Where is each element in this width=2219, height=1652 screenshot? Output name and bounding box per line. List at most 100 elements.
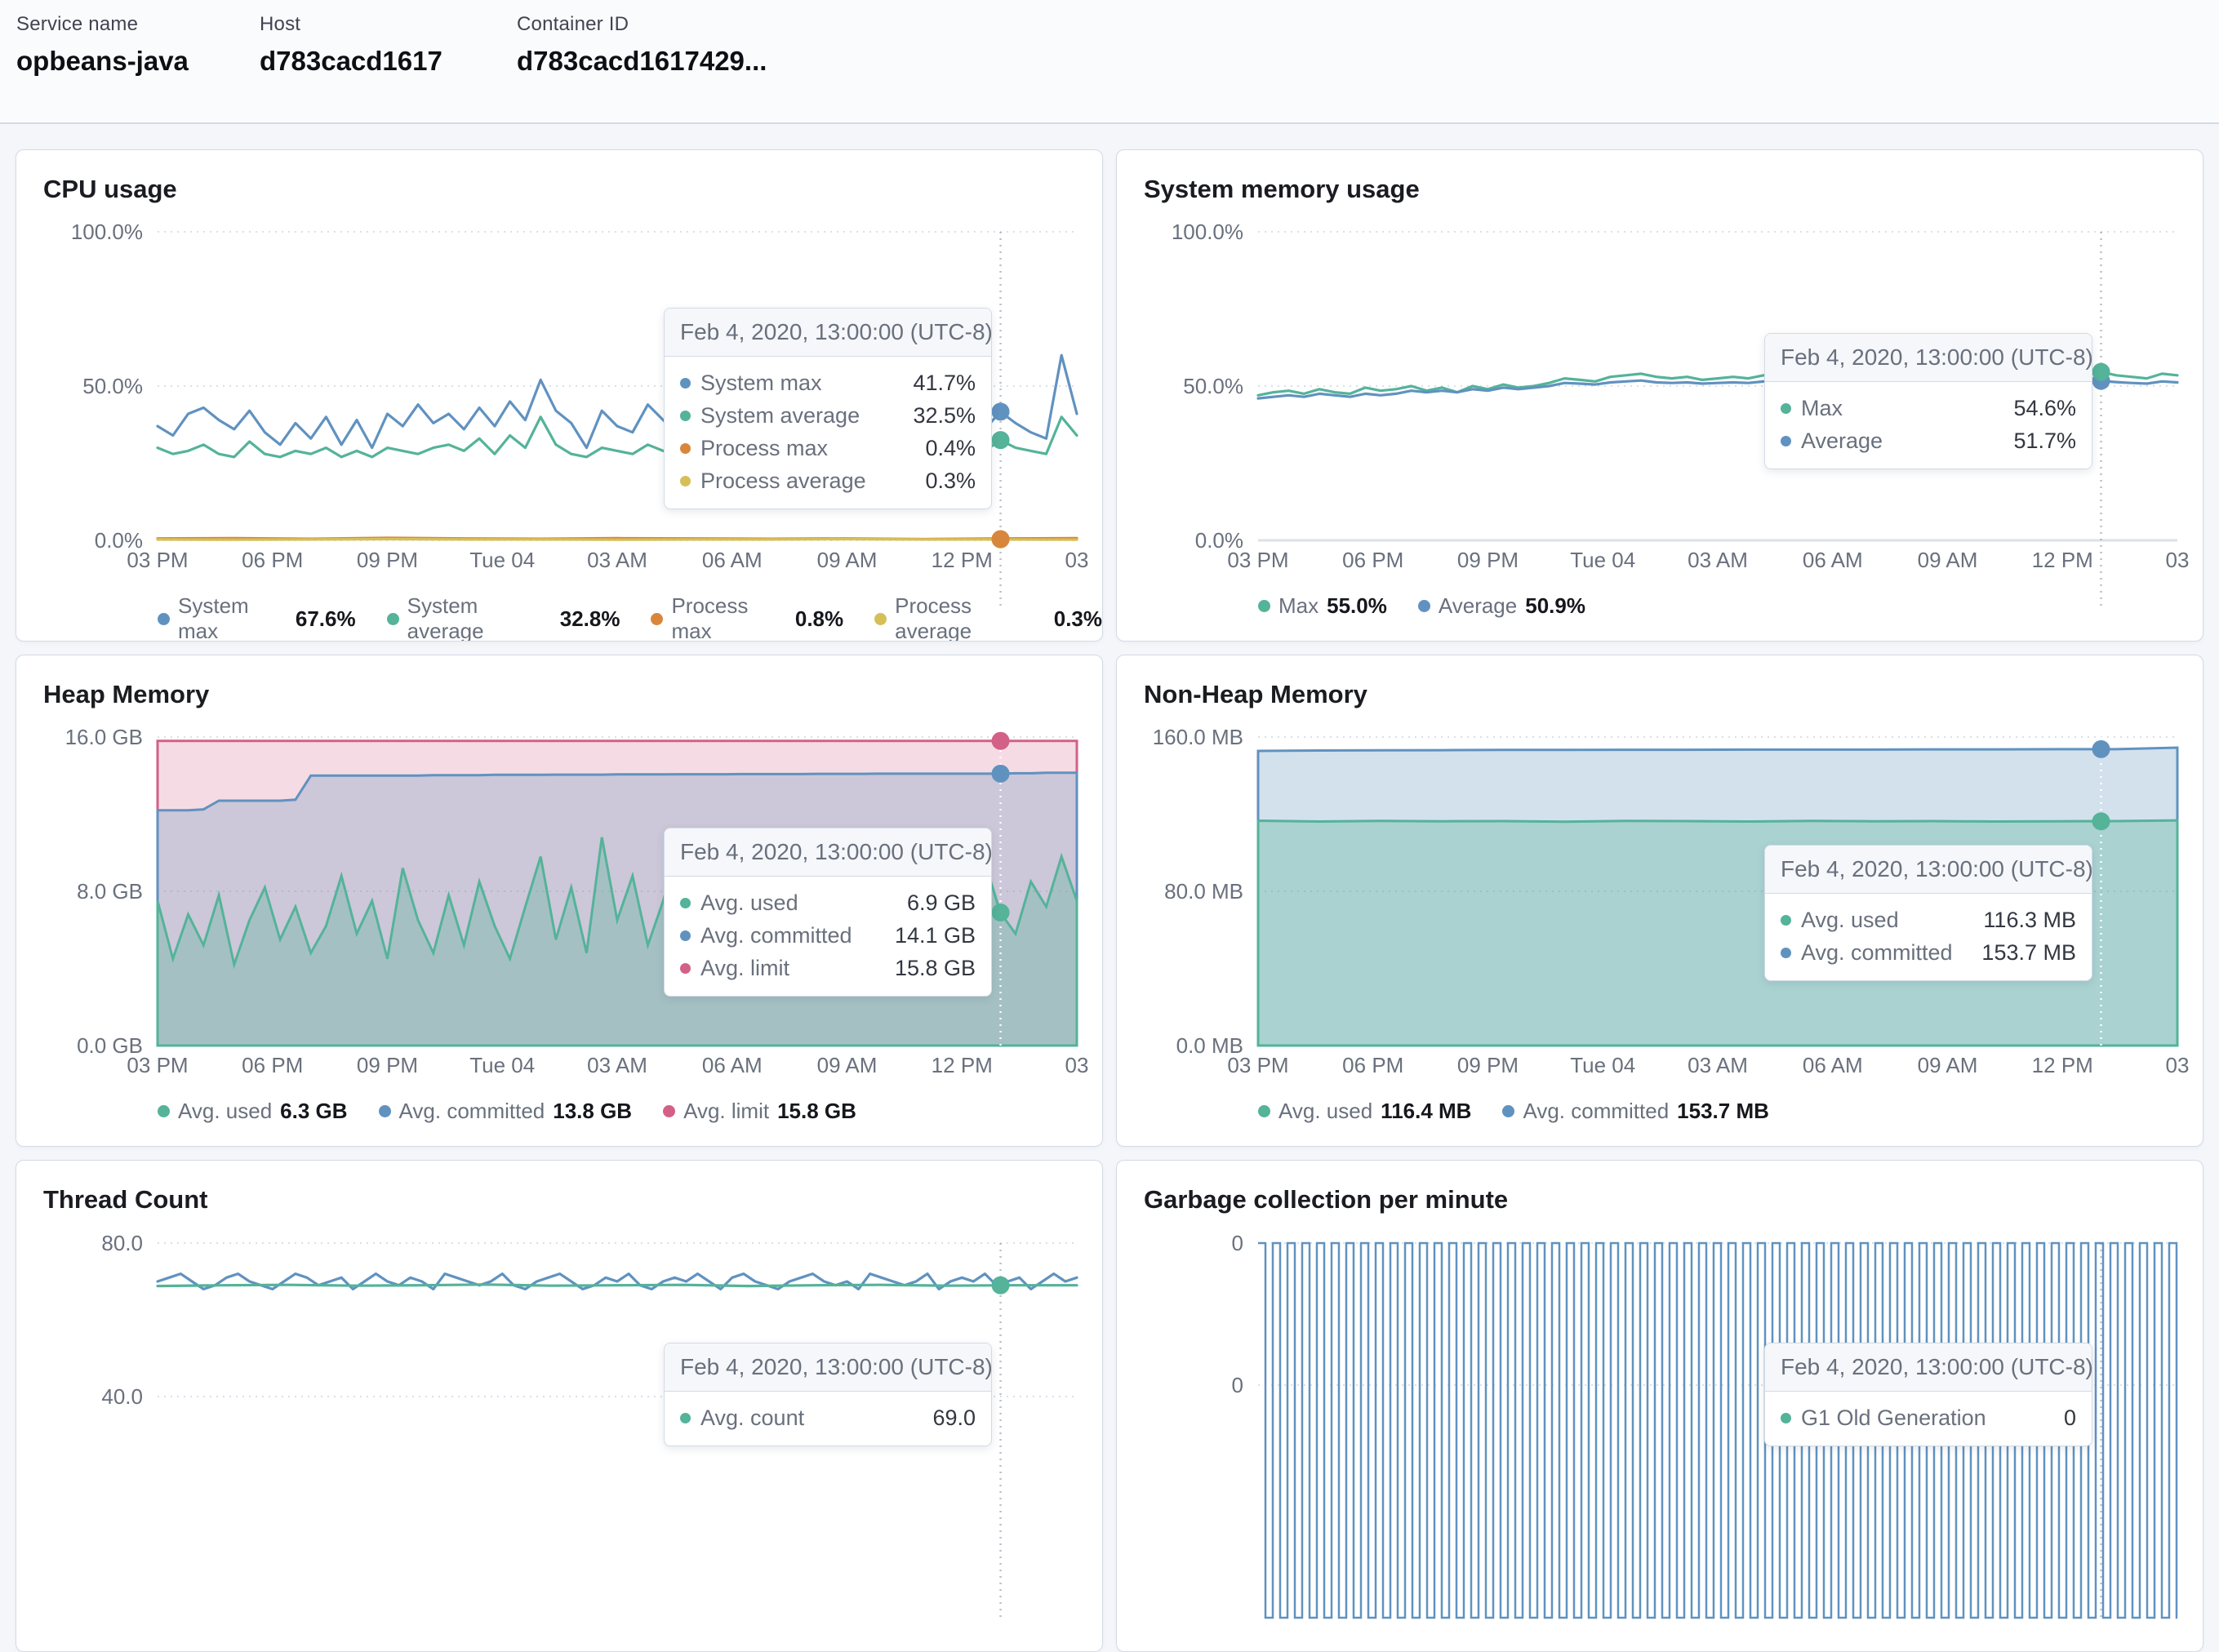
tooltip-rows: Avg. used6.9 GBAvg. committed14.1 GBAvg.…	[665, 877, 991, 996]
host-field: Host d783cacd1617	[260, 13, 442, 77]
series-dot-icon	[680, 1413, 691, 1423]
tooltip-row: Avg. count69.0	[680, 1401, 976, 1434]
x-axis-label: 09 AM	[1891, 548, 2005, 573]
container-id-field: Container ID d783cacd1617429...	[517, 13, 767, 77]
tooltip-series-value: 15.8 GB	[895, 956, 976, 981]
tooltip-series-label: Average	[1801, 429, 2013, 454]
panel-heap: Heap Memory16.0 GB8.0 GB0.0 GB03 PM06 PM…	[16, 655, 1103, 1147]
legend-label: Avg. used	[178, 1099, 272, 1124]
container-id-label: Container ID	[517, 13, 767, 36]
chart-tooltip: Feb 4, 2020, 13:00:00 (UTC-8)Avg. used6.…	[664, 828, 992, 997]
tooltip-series-value: 51.7%	[2013, 429, 2076, 454]
x-axis-label: 06 AM	[675, 1053, 789, 1078]
legend-label: System average	[407, 593, 552, 642]
x-axis-label: 12 PM	[905, 1053, 1019, 1078]
panel-cpu: CPU usage100.0%50.0%0.0%03 PM06 PM09 PMT…	[16, 149, 1103, 642]
chart-tooltip: Feb 4, 2020, 13:00:00 (UTC-8)System max4…	[664, 308, 992, 509]
legend-item[interactable]: Avg. committed153.7 MB	[1502, 1099, 1768, 1124]
legend-item[interactable]: Avg. limit15.8 GB	[663, 1099, 856, 1124]
legend-dot-icon	[158, 1105, 170, 1117]
legend-label: Process max	[671, 593, 786, 642]
tooltip-series-label: Avg. limit	[700, 956, 895, 981]
x-axis-label: 09 AM	[790, 548, 905, 573]
legend-item[interactable]: System average32.8%	[387, 593, 620, 642]
x-axis-label: 09 PM	[1431, 1053, 1545, 1078]
tooltip-series-label: Max	[1801, 396, 2013, 421]
x-axis-label: 06 AM	[675, 548, 789, 573]
tooltip-series-value: 54.6%	[2013, 396, 2076, 421]
x-axis-label: 03	[1020, 548, 1103, 573]
x-axis-label: 09 PM	[1431, 548, 1545, 573]
x-axis-label: 06 PM	[1316, 548, 1430, 573]
legend-dot-icon	[651, 613, 663, 625]
tooltip-timestamp: Feb 4, 2020, 13:00:00 (UTC-8)	[665, 828, 991, 877]
legend-item[interactable]: Process max0.8%	[651, 593, 843, 642]
legend-dot-icon	[1418, 600, 1430, 612]
legend-dot-icon	[379, 1105, 391, 1117]
y-axis-label: 100.0%	[20, 220, 143, 245]
tooltip-timestamp: Feb 4, 2020, 13:00:00 (UTC-8)	[1765, 846, 2092, 894]
tooltip-rows: Max54.6%Average51.7%	[1765, 382, 2092, 469]
panel-thread: Thread Count80.040.0Feb 4, 2020, 13:00:0…	[16, 1160, 1103, 1652]
x-axis-label: 09 PM	[331, 548, 445, 573]
legend-label: Process average	[895, 593, 1046, 642]
tooltip-row: Average51.7%	[1781, 424, 2076, 457]
service-name-label: Service name	[16, 13, 189, 36]
tooltip-series-label: Process max	[700, 436, 925, 461]
legend-item[interactable]: System max67.6%	[158, 593, 356, 642]
series-dot-icon	[680, 963, 691, 974]
tooltip-rows: Avg. used116.3 MBAvg. committed153.7 MB	[1765, 894, 2092, 980]
series-dot-icon	[680, 476, 691, 486]
legend-dot-icon	[158, 613, 170, 625]
tooltip-series-value: 6.9 GB	[907, 890, 976, 916]
tooltip-timestamp: Feb 4, 2020, 13:00:00 (UTC-8)	[1765, 334, 2092, 382]
x-axis-label: 03 AM	[560, 548, 674, 573]
tooltip-series-value: 14.1 GB	[895, 923, 976, 948]
legend-item[interactable]: Average50.9%	[1418, 593, 1585, 619]
legend-dot-icon	[1258, 600, 1270, 612]
x-axis-label: 09 PM	[331, 1053, 445, 1078]
tooltip-series-value: 69.0	[932, 1406, 976, 1431]
tooltip-row: Avg. committed153.7 MB	[1781, 936, 2076, 969]
legend-value: 67.6%	[296, 606, 356, 632]
x-axis-label: 09 AM	[1891, 1053, 2005, 1078]
legend-item[interactable]: Avg. committed13.8 GB	[379, 1099, 633, 1124]
chart-tooltip: Feb 4, 2020, 13:00:00 (UTC-8)Avg. used11…	[1764, 845, 2092, 981]
x-axis-label: 12 PM	[905, 548, 1019, 573]
tooltip-series-value: 0.4%	[925, 436, 976, 461]
series-dot-icon	[680, 930, 691, 941]
panel-sysmem: System memory usage100.0%50.0%0.0%03 PM0…	[1116, 149, 2203, 642]
legend-label: Avg. used	[1278, 1099, 1372, 1124]
legend-label: Max	[1278, 593, 1319, 619]
legend-value: 116.4 MB	[1381, 1099, 1471, 1124]
tooltip-rows: G1 Old Generation0	[1765, 1392, 2092, 1446]
x-axis-label: 06 PM	[216, 548, 330, 573]
tooltip-series-value: 0.3%	[925, 469, 976, 494]
tooltip-series-label: Avg. count	[700, 1406, 932, 1431]
tooltip-row: Max54.6%	[1781, 392, 2076, 424]
host-value: d783cacd1617	[260, 46, 442, 77]
legend-item[interactable]: Avg. used6.3 GB	[158, 1099, 348, 1124]
x-axis-label: Tue 04	[445, 1053, 559, 1078]
legend-item[interactable]: Avg. used 116.4 MB	[1258, 1099, 1471, 1124]
tooltip-series-label: System max	[700, 371, 913, 396]
x-axis-label: 12 PM	[2005, 548, 2119, 573]
tooltip-series-label: System average	[700, 403, 913, 429]
x-axis-label: Tue 04	[1545, 548, 1660, 573]
panel-nonheap: Non-Heap Memory160.0 MB80.0 MB0.0 MB03 P…	[1116, 655, 2203, 1147]
tooltip-row: Avg. used116.3 MB	[1781, 904, 2076, 936]
series-dot-icon	[1781, 436, 1791, 446]
x-axis-label: 12 PM	[2005, 1053, 2119, 1078]
legend-item[interactable]: Process average0.3%	[874, 593, 1102, 642]
tooltip-row: Avg. limit15.8 GB	[680, 952, 976, 984]
legend-item[interactable]: Max 55.0%	[1258, 593, 1387, 619]
y-axis-label: 0	[1121, 1231, 1243, 1256]
legend-sysmem: Max 55.0% Average50.9%	[1258, 593, 1585, 619]
x-axis-label: 03	[2120, 1053, 2203, 1078]
tooltip-series-value: 41.7%	[913, 371, 976, 396]
y-axis-label: 80.0	[20, 1231, 143, 1256]
tooltip-row: Process average0.3%	[680, 464, 976, 497]
y-axis-label: 50.0%	[1121, 374, 1243, 399]
legend-value: 55.0%	[1327, 593, 1387, 619]
host-label: Host	[260, 13, 442, 36]
